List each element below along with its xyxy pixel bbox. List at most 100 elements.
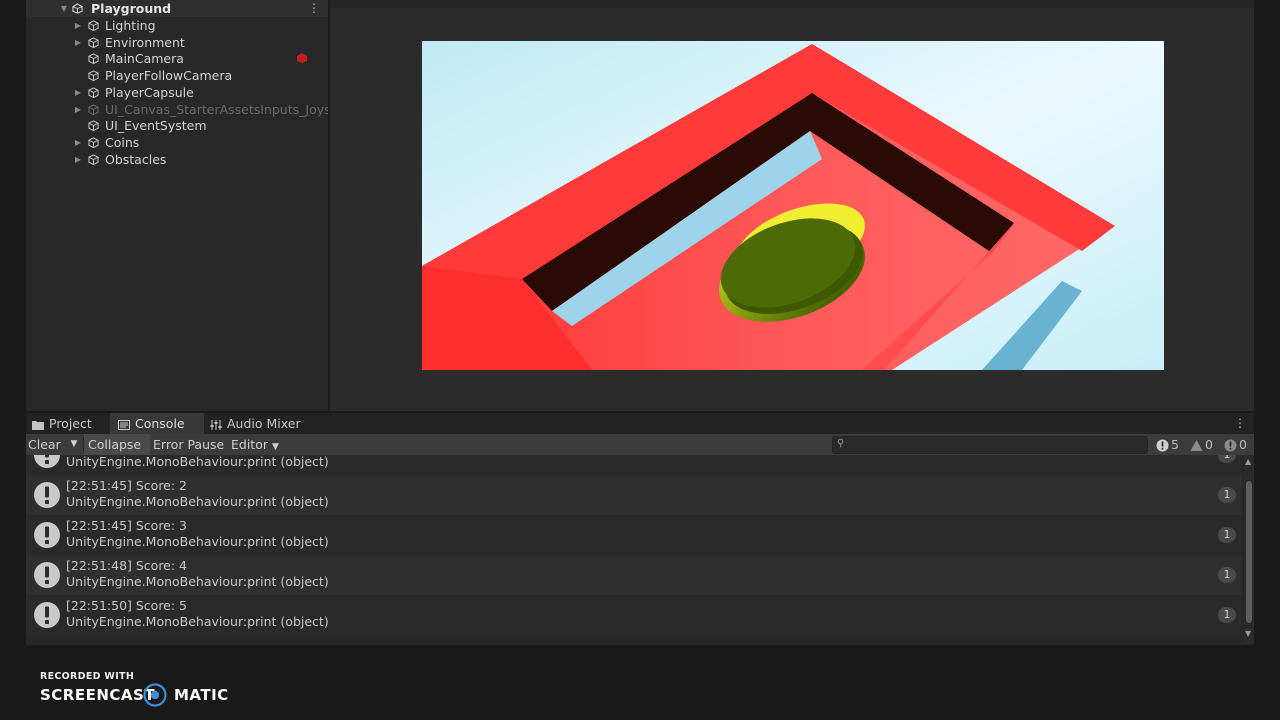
info-icon — [34, 482, 60, 508]
gameobject-cube-icon — [88, 137, 99, 148]
expand-arrow-icon[interactable]: ▼ — [59, 0, 69, 17]
log-stacktrace: UnityEngine.MonoBehaviour:print (object) — [66, 574, 329, 589]
warning-count: 0 — [1205, 437, 1213, 452]
scroll-down-icon[interactable]: ▼ — [1245, 629, 1251, 638]
screencast-watermark: RECORDED WITH SCREENCAST MATIC — [40, 671, 240, 711]
warning-counter-toggle[interactable]: 0 — [1190, 434, 1213, 455]
log-collapse-count-badge: 1 — [1218, 487, 1236, 503]
gameobject-cube-icon — [88, 53, 99, 64]
console-log-entry[interactable]: [22:51:48] Score: 4 UnityEngine.MonoBehav… — [26, 555, 1242, 595]
editor-label: Editor — [231, 437, 268, 452]
folder-icon — [32, 420, 44, 430]
left-letterbox — [0, 0, 26, 720]
error-counter-toggle[interactable]: 0 — [1224, 434, 1247, 455]
watermark-left-text: SCREENCAST — [40, 686, 156, 704]
clear-button[interactable]: Clear — [28, 434, 68, 455]
hierarchy-item-label: PlayerCapsule — [105, 85, 194, 100]
gameobject-cube-icon — [88, 87, 99, 98]
tab-console[interactable]: Console — [110, 413, 204, 434]
console-log-entry[interactable]: [22:51:50] Score: 5 UnityEngine.MonoBehav… — [26, 595, 1242, 635]
editor-dropdown[interactable]: Editor ▼ — [231, 434, 283, 455]
console-log-entry[interactable]: [22:51:45] Score: 2 UnityEngine.MonoBehav… — [26, 475, 1242, 515]
hierarchy-item-label: Coins — [105, 135, 140, 150]
log-stacktrace: UnityEngine.MonoBehaviour:print (object) — [66, 614, 329, 629]
clear-options-dropdown[interactable]: ▼ — [68, 434, 80, 455]
gameobject-cube-icon — [88, 154, 99, 165]
log-message: [22:51:48] Score: 4 — [66, 558, 188, 573]
scroll-up-icon[interactable]: ▲ — [1245, 457, 1251, 466]
scrollbar-thumb[interactable] — [1246, 481, 1252, 623]
expand-arrow-icon[interactable]: ▶ — [73, 34, 83, 51]
hierarchy-item[interactable]: ▶ Lighting — [26, 17, 328, 34]
error-icon — [1224, 439, 1237, 452]
game-view[interactable] — [330, 0, 1254, 411]
scene-row[interactable]: ▼ Playground ⋮ — [26, 0, 328, 17]
collapse-toggle[interactable]: Collapse — [84, 434, 150, 455]
hierarchy-panel: ▼ Playground ⋮ ▶ Lighting ▶ Environment Main… — [26, 0, 331, 411]
expand-arrow-icon[interactable]: ▶ — [73, 17, 83, 34]
hierarchy-item-label: UI_Canvas_StarterAssetsInputs_Joys — [105, 102, 331, 117]
console-log-entry[interactable]: [22:51:45] Score: 3 UnityEngine.MonoBehav… — [26, 515, 1242, 555]
log-message: [22:51:50] Score: 5 — [66, 598, 188, 613]
scene-name: Playground — [91, 1, 172, 16]
panel-menu-icon[interactable]: ⋮ — [1234, 416, 1246, 430]
chevron-down-icon: ▼ — [70, 439, 78, 449]
log-stacktrace: UnityEngine.MonoBehaviour:print (object) — [66, 455, 329, 469]
unity-scene-icon — [72, 3, 83, 14]
game-view-toolbar-edge — [330, 0, 1254, 8]
hierarchy-item[interactable]: ▶ Obstacles — [26, 151, 328, 168]
tab-audio-mixer[interactable]: Audio Mixer — [204, 413, 310, 434]
hierarchy-item-label: MainCamera — [105, 51, 184, 66]
gameobject-cube-icon — [88, 37, 99, 48]
info-icon — [34, 562, 60, 588]
game-scene-render — [422, 41, 1164, 370]
search-icon: ⚲ — [837, 438, 845, 449]
hierarchy-item[interactable]: MainCamera — [26, 50, 328, 67]
hierarchy-item-label: Lighting — [105, 18, 156, 33]
error-pause-label: Error Pause — [153, 437, 225, 452]
game-render[interactable] — [422, 41, 1164, 370]
watermark-right-text: MATIC — [174, 686, 229, 704]
hierarchy-item[interactable]: ▶ UI_Canvas_StarterAssetsInputs_Joys — [26, 101, 331, 118]
console-scrollbar[interactable]: ▲ ▼ — [1244, 455, 1254, 643]
hierarchy-item-label: PlayerFollowCamera — [105, 68, 233, 83]
hierarchy-item[interactable]: ▶ Coins — [26, 134, 328, 151]
more-menu-icon[interactable]: ⋮ — [308, 1, 320, 15]
hierarchy-item-label: Obstacles — [105, 152, 167, 167]
gameobject-cube-icon — [88, 20, 99, 31]
log-collapse-count-badge: 1 — [1218, 455, 1236, 463]
log-collapse-count-badge: 1 — [1218, 527, 1236, 543]
log-message: [22:51:45] Score: 3 — [66, 518, 188, 533]
expand-arrow-icon[interactable]: ▶ — [73, 84, 83, 101]
gameobject-cube-icon — [88, 70, 99, 81]
error-pause-toggle[interactable]: Error Pause — [153, 434, 225, 455]
warning-icon — [1190, 440, 1203, 451]
log-stacktrace: UnityEngine.MonoBehaviour:print (object) — [66, 534, 329, 549]
expand-arrow-icon[interactable]: ▶ — [73, 134, 83, 151]
hierarchy-item[interactable]: ▶ Environment — [26, 34, 328, 51]
info-icon — [34, 522, 60, 548]
hierarchy-scene-row[interactable]: ▼ Playground ⋮ — [26, 0, 328, 17]
hierarchy-item-label: Environment — [105, 35, 185, 50]
hierarchy-item[interactable]: ▶ PlayerCapsule — [26, 84, 328, 101]
log-count: 5 — [1171, 437, 1179, 452]
expand-arrow-icon[interactable]: ▶ — [73, 151, 83, 168]
right-letterbox — [1254, 0, 1280, 720]
chevron-down-icon: ▼ — [271, 442, 279, 452]
console-log-entry[interactable]: [22:51:43] Score: 1UnityEngine.MonoBehav… — [26, 455, 1242, 475]
screencast-logo-icon — [143, 683, 167, 707]
log-collapse-count-badge: 1 — [1218, 567, 1236, 583]
console-panel: Project Console Audio Mixer ⋮ Clear ▼ Co… — [26, 413, 1254, 645]
hierarchy-item[interactable]: UI_EventSystem — [26, 117, 328, 134]
expand-arrow-icon[interactable]: ▶ — [73, 101, 83, 118]
clear-label: Clear — [28, 437, 61, 452]
log-message: [22:51:45] Score: 2 — [66, 478, 188, 493]
log-counter-toggle[interactable]: 5 — [1156, 434, 1179, 455]
tab-project[interactable]: Project — [26, 413, 116, 434]
search-input[interactable]: ⚲ — [832, 436, 1148, 454]
hierarchy-item[interactable]: PlayerFollowCamera — [26, 67, 328, 84]
console-log-list[interactable]: [22:51:43] Score: 1UnityEngine.MonoBehav… — [26, 455, 1254, 643]
watermark-top-text: RECORDED WITH — [40, 671, 135, 682]
tab-audio-mixer-label: Audio Mixer — [227, 416, 301, 431]
override-badge-icon — [297, 53, 307, 63]
